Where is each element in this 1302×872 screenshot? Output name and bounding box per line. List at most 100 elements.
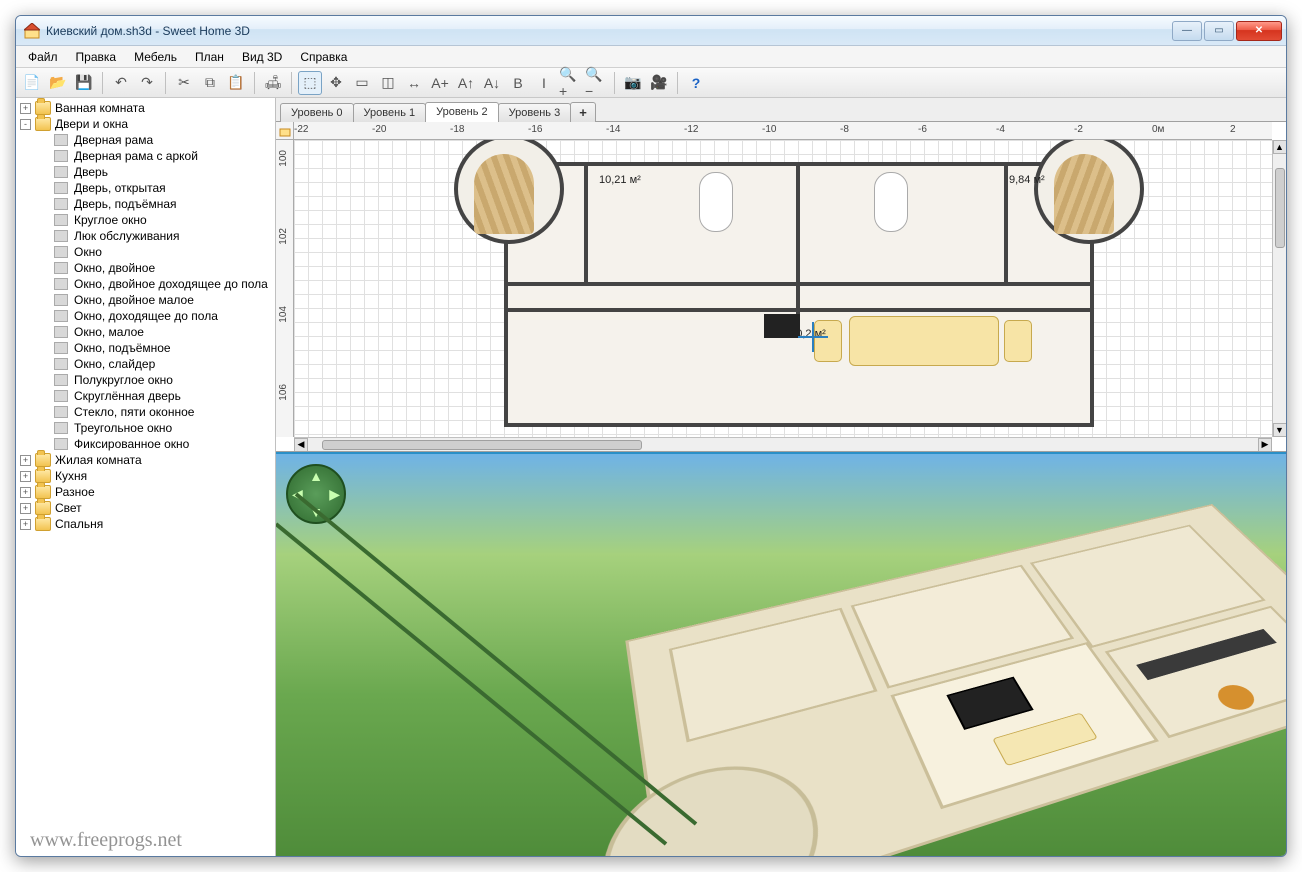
create-walls-button[interactable]: ▭ bbox=[350, 71, 374, 95]
catalog-item[interactable]: Дверь bbox=[54, 164, 275, 180]
furniture-thumb-icon bbox=[54, 198, 68, 210]
catalog-group[interactable]: +Кухня bbox=[16, 468, 275, 484]
catalog-item[interactable]: Окно, подъёмное bbox=[54, 340, 275, 356]
minimize-button[interactable]: — bbox=[1172, 21, 1202, 41]
open-button[interactable]: 📂 bbox=[46, 71, 70, 95]
menu-мебель[interactable]: Мебель bbox=[126, 48, 185, 66]
catalog-item[interactable]: Окно, двойное малое bbox=[54, 292, 275, 308]
save-button[interactable]: 💾 bbox=[72, 71, 96, 95]
catalog-item[interactable]: Треугольное окно bbox=[54, 420, 275, 436]
ruler-horizontal: -22-20-18-16-14-12-10-8-6-4-20м2 bbox=[294, 122, 1272, 140]
furniture-thumb-icon bbox=[54, 134, 68, 146]
furniture-thumb-icon bbox=[54, 246, 68, 258]
ground-grid-icon bbox=[276, 454, 1286, 856]
3d-view[interactable]: ▲ ▼ ◀ ▶ bbox=[276, 452, 1286, 856]
undo-button[interactable]: ↶ bbox=[109, 71, 133, 95]
bold-button[interactable]: B bbox=[506, 71, 530, 95]
catalog-item-label: Дверь, открытая bbox=[74, 181, 166, 195]
level-tab[interactable]: Уровень 1 bbox=[353, 103, 427, 122]
menu-файл[interactable]: Файл bbox=[20, 48, 66, 66]
copy-button[interactable]: ⧉ bbox=[198, 71, 222, 95]
paste-button[interactable]: 📋 bbox=[224, 71, 248, 95]
catalog-item-label: Окно, подъёмное bbox=[74, 341, 171, 355]
catalog-item-label: Окно, малое bbox=[74, 325, 144, 339]
catalog-item[interactable]: Круглое окно bbox=[54, 212, 275, 228]
catalog-item[interactable]: Дверная рама с аркой bbox=[54, 148, 275, 164]
new-button[interactable]: 📄 bbox=[20, 71, 44, 95]
catalog-group[interactable]: -Двери и окна bbox=[16, 116, 275, 132]
plan-grid[interactable]: 10,21 м² 9,84 м² 120,2 м² bbox=[294, 140, 1272, 437]
level-tab[interactable]: Уровень 0 bbox=[280, 103, 354, 122]
catalog-item[interactable]: Окно, слайдер bbox=[54, 356, 275, 372]
catalog-item[interactable]: Стекло, пяти оконное bbox=[54, 404, 275, 420]
catalog-group[interactable]: +Свет bbox=[16, 500, 275, 516]
furniture-catalog[interactable]: +Ванная комната-Двери и окнаДверная рама… bbox=[16, 98, 276, 856]
catalog-group[interactable]: +Разное bbox=[16, 484, 275, 500]
catalog-item[interactable]: Окно, двойное доходящее до пола bbox=[54, 276, 275, 292]
italic-button[interactable]: I bbox=[532, 71, 556, 95]
create-dimension-button[interactable]: ↔ bbox=[402, 71, 426, 95]
plan-view[interactable]: -22-20-18-16-14-12-10-8-6-4-20м2 1001021… bbox=[276, 122, 1286, 452]
collapse-icon[interactable]: - bbox=[20, 119, 31, 130]
add-furniture-button[interactable]: 🛋 bbox=[261, 71, 285, 95]
expand-icon[interactable]: + bbox=[20, 455, 31, 466]
catalog-item[interactable]: Дверная рама bbox=[54, 132, 275, 148]
redo-button[interactable]: ↷ bbox=[135, 71, 159, 95]
expand-icon[interactable]: + bbox=[20, 103, 31, 114]
titlebar: Киевский дом.sh3d - Sweet Home 3D — ▭ ✕ bbox=[16, 16, 1286, 46]
ruler-mark: -14 bbox=[606, 124, 620, 135]
catalog-item[interactable]: Скруглённая дверь bbox=[54, 388, 275, 404]
ruler-mark: 2 bbox=[1230, 124, 1236, 135]
level-tab[interactable]: Уровень 3 bbox=[498, 103, 572, 122]
menu-план[interactable]: План bbox=[187, 48, 232, 66]
catalog-item[interactable]: Окно bbox=[54, 244, 275, 260]
room-area-b: 9,84 м² bbox=[1009, 174, 1045, 186]
zoom-in-button[interactable]: 🔍+ bbox=[558, 71, 582, 95]
menu-справка[interactable]: Справка bbox=[292, 48, 355, 66]
catalog-item[interactable]: Окно, двойное bbox=[54, 260, 275, 276]
expand-icon[interactable]: + bbox=[20, 519, 31, 530]
select-button[interactable]: ⬚ bbox=[298, 71, 322, 95]
catalog-item[interactable]: Окно, доходящее до пола bbox=[54, 308, 275, 324]
scrollbar-thumb[interactable] bbox=[1275, 168, 1285, 248]
pan-button[interactable]: ✥ bbox=[324, 71, 348, 95]
expand-icon[interactable]: + bbox=[20, 487, 31, 498]
furniture-thumb-icon bbox=[54, 326, 68, 338]
video-button[interactable]: 🎥 bbox=[647, 71, 671, 95]
catalog-item-label: Стекло, пяти оконное bbox=[74, 405, 194, 419]
catalog-item[interactable]: Дверь, открытая bbox=[54, 180, 275, 196]
create-room-button[interactable]: ◫ bbox=[376, 71, 400, 95]
plan-scrollbar-vertical[interactable]: ▲ ▼ bbox=[1272, 140, 1286, 437]
catalog-group-label: Ванная комната bbox=[55, 101, 145, 115]
catalog-item[interactable]: Полукруглое окно bbox=[54, 372, 275, 388]
create-text-button[interactable]: A+ bbox=[428, 71, 452, 95]
close-button[interactable]: ✕ bbox=[1236, 21, 1282, 41]
help-button[interactable]: ? bbox=[684, 71, 708, 95]
catalog-item[interactable]: Дверь, подъёмная bbox=[54, 196, 275, 212]
catalog-item-label: Круглое окно bbox=[74, 213, 147, 227]
font-plus-button[interactable]: A↑ bbox=[454, 71, 478, 95]
menu-вид 3d[interactable]: Вид 3D bbox=[234, 48, 290, 66]
catalog-item-label: Дверь bbox=[74, 165, 108, 179]
level-tab[interactable]: Уровень 2 bbox=[425, 102, 499, 122]
catalog-group[interactable]: +Жилая комната bbox=[16, 452, 275, 468]
plan-scrollbar-horizontal[interactable]: ◀ ▶ bbox=[294, 437, 1272, 451]
photo-button[interactable]: 📷 bbox=[621, 71, 645, 95]
font-minus-button[interactable]: A↓ bbox=[480, 71, 504, 95]
ruler-mark: 106 bbox=[278, 384, 289, 401]
catalog-item[interactable]: Окно, малое bbox=[54, 324, 275, 340]
ruler-mark: 102 bbox=[278, 228, 289, 245]
expand-icon[interactable]: + bbox=[20, 503, 31, 514]
catalog-item[interactable]: Люк обслуживания bbox=[54, 228, 275, 244]
menu-правка[interactable]: Правка bbox=[68, 48, 125, 66]
catalog-item[interactable]: Фиксированное окно bbox=[54, 436, 275, 452]
scrollbar-thumb[interactable] bbox=[322, 440, 642, 450]
zoom-out-button[interactable]: 🔍− bbox=[584, 71, 608, 95]
catalog-group[interactable]: + Ванная комната bbox=[16, 100, 275, 116]
furniture-thumb-icon bbox=[54, 262, 68, 274]
catalog-group[interactable]: +Спальня bbox=[16, 516, 275, 532]
expand-icon[interactable]: + bbox=[20, 471, 31, 482]
maximize-button[interactable]: ▭ bbox=[1204, 21, 1234, 41]
cut-button[interactable]: ✂ bbox=[172, 71, 196, 95]
add-level-button[interactable]: + bbox=[570, 102, 596, 122]
